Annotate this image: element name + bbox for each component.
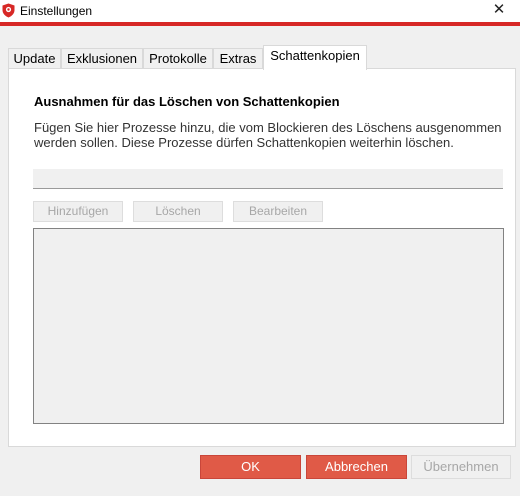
tab-schattenkopien[interactable]: Schattenkopien — [263, 45, 367, 70]
process-list[interactable] — [33, 228, 504, 424]
shield-logo-icon — [2, 3, 15, 18]
tab-exklusionen[interactable]: Exklusionen — [61, 48, 143, 69]
title-bar: Einstellungen ✕ — [0, 0, 520, 22]
process-input[interactable] — [33, 169, 503, 189]
ok-button[interactable]: OK — [200, 455, 301, 479]
delete-button[interactable]: Löschen — [133, 201, 223, 222]
add-button[interactable]: Hinzufügen — [33, 201, 123, 222]
window-title: Einstellungen — [20, 4, 93, 18]
accent-line — [0, 22, 520, 26]
close-icon[interactable]: ✕ — [490, 1, 508, 19]
section-heading: Ausnahmen für das Löschen von Schattenko… — [34, 94, 340, 109]
tab-protokolle[interactable]: Protokolle — [143, 48, 213, 69]
cancel-button[interactable]: Abbrechen — [306, 455, 407, 479]
tab-extras[interactable]: Extras — [213, 48, 263, 69]
edit-button[interactable]: Bearbeiten — [233, 201, 323, 222]
apply-button[interactable]: Übernehmen — [411, 455, 511, 479]
section-description: Fügen Sie hier Prozesse hinzu, die vom B… — [34, 120, 502, 150]
tab-update[interactable]: Update — [8, 48, 61, 69]
